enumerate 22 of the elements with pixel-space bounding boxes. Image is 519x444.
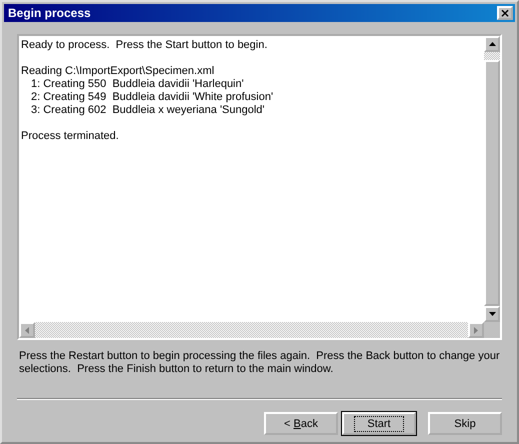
- down-arrow-icon: [488, 312, 496, 316]
- log-line: Ready to process. Press the Start button to begin.: [21, 39, 268, 52]
- scroll-down-button[interactable]: [484, 306, 500, 322]
- scrollbar-corner: [484, 322, 500, 338]
- log-line: Process terminated.: [21, 130, 120, 143]
- dialog-button[interactable]: < Back: [264, 412, 338, 435]
- log-line: Reading C:\ImportExport\Specimen.xml: [21, 65, 216, 78]
- up-arrow-icon: [488, 42, 496, 46]
- scroll-right-button[interactable]: [468, 322, 484, 338]
- instructions-text: Press the Restart button to begin processing the files again. Press the Back button to change your selections. Press the Finish button to return to the main window.: [19, 350, 500, 376]
- left-arrow-icon: [25, 326, 29, 334]
- dialog-button[interactable]: Start: [342, 412, 416, 435]
- log-line: 3: Creating 602 Buddleia x weyeriana 'Sungold': [30, 104, 266, 117]
- scroll-up-button[interactable]: [484, 36, 500, 52]
- scroll-track[interactable]: [484, 52, 500, 60]
- dialog-button[interactable]: Skip: [428, 412, 502, 435]
- window-title: Begin process: [8, 6, 91, 20]
- close-button[interactable]: ×: [497, 6, 513, 20]
- right-arrow-icon: [474, 326, 478, 334]
- log-line: 1: Creating 550 Buddleia davidii 'Harlequin': [30, 78, 245, 91]
- log-line: 2: Creating 549 Buddleia davidii 'White profusion': [30, 91, 274, 104]
- scroll-left-button[interactable]: [19, 322, 35, 338]
